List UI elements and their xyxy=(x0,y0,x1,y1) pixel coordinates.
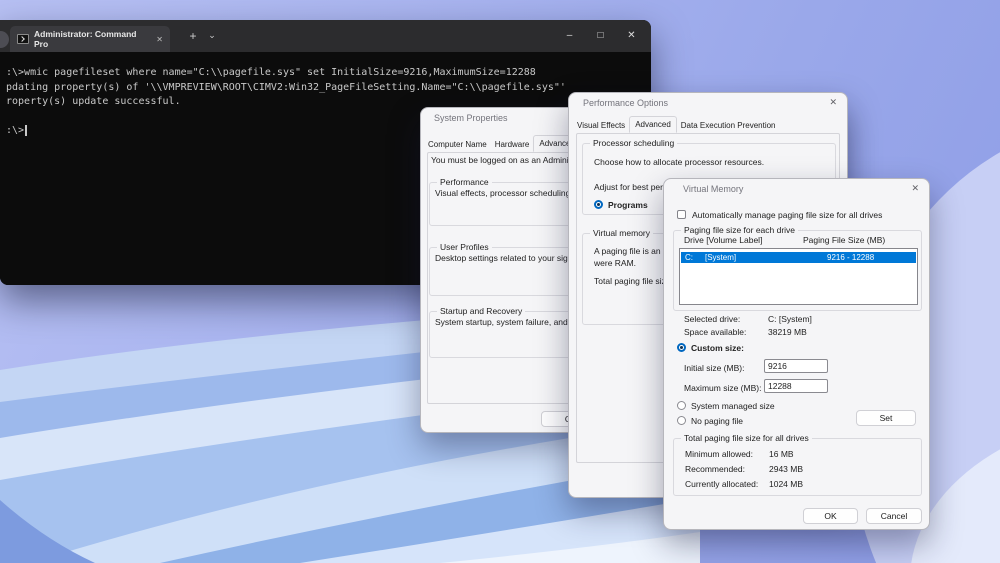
performance-options-tabs: Visual Effects Advanced Data Execution P… xyxy=(573,115,780,133)
vm-desc-line1: A paging file is an a xyxy=(594,246,668,256)
paging-file-group-label: Paging file size for each drive xyxy=(681,225,799,235)
custom-size-label: Custom size: xyxy=(691,343,744,353)
partial-window-icon xyxy=(0,31,9,48)
maximum-size-input[interactable] xyxy=(764,379,828,393)
programs-radio-label: Programs xyxy=(608,200,648,210)
drive-list[interactable]: C: [System] 9216 - 12288 xyxy=(679,248,918,305)
total-paging-group-label: Total paging file size for all drives xyxy=(681,433,812,443)
custom-size-radio[interactable] xyxy=(677,343,686,352)
processor-desc: Choose how to allocate processor resourc… xyxy=(594,157,765,167)
adjust-text: Adjust for best perfo xyxy=(594,182,671,192)
dialog-title: Virtual Memory xyxy=(683,184,744,194)
recommended-label: Recommended: xyxy=(685,464,746,474)
processor-scheduling-label: Processor scheduling xyxy=(590,138,678,148)
terminal-line: :\>wmic pagefileset where name="C:\\page… xyxy=(6,67,536,78)
terminal-tab[interactable]: Administrator: Command Pro ✕ xyxy=(10,26,170,52)
vm-desc-line3: Total paging file siz xyxy=(594,276,666,286)
vm-desc-line2: were RAM. xyxy=(594,258,637,268)
total-paging-group: Total paging file size for all drives Mi… xyxy=(673,433,922,496)
space-available-value: 38219 MB xyxy=(768,327,807,337)
dialog-title: System Properties xyxy=(434,113,508,123)
tab-computer-name[interactable]: Computer Name xyxy=(424,138,491,151)
minimum-allowed-value: 16 MB xyxy=(769,449,794,459)
system-managed-label: System managed size xyxy=(691,401,775,411)
terminal-cursor xyxy=(25,125,28,136)
virtual-memory-dialog: Virtual Memory ✕ Automatically manage pa… xyxy=(663,178,930,530)
auto-manage-label: Automatically manage paging file size fo… xyxy=(692,210,883,220)
tab-close-icon[interactable]: ✕ xyxy=(156,35,163,44)
row-size: 9216 - 12288 xyxy=(827,253,875,262)
close-icon[interactable]: ✕ xyxy=(911,183,919,194)
initial-size-input[interactable] xyxy=(764,359,828,373)
auto-manage-checkbox[interactable] xyxy=(677,210,686,219)
new-tab-button[interactable]: + xyxy=(184,26,202,46)
selected-drive-label: Selected drive: xyxy=(684,314,741,324)
currently-allocated-value: 1024 MB xyxy=(769,479,804,489)
window-controls: – □ ✕ xyxy=(554,20,647,52)
cmd-icon xyxy=(17,34,29,44)
maximum-size-label: Maximum size (MB): xyxy=(684,383,762,393)
no-paging-radio[interactable] xyxy=(677,416,686,425)
programs-radio[interactable] xyxy=(594,200,603,209)
no-paging-label: No paging file xyxy=(691,416,743,426)
desktop: Administrator: Command Pro ✕ + ⌄ – □ ✕ :… xyxy=(0,0,1000,563)
space-available-label: Space available: xyxy=(684,327,747,337)
user-profiles-desc: Desktop settings related to your sign-in xyxy=(435,253,582,263)
virtual-memory-group-label: Virtual memory xyxy=(590,228,653,238)
column-header-drive: Drive [Volume Label] xyxy=(684,235,763,245)
minimum-allowed-label: Minimum allowed: xyxy=(685,449,754,459)
cancel-button[interactable]: Cancel xyxy=(866,508,922,524)
terminal-tab-title: Administrator: Command Pro xyxy=(34,29,137,49)
tab-visual-effects[interactable]: Visual Effects xyxy=(573,119,629,132)
row-volume: [System] xyxy=(705,253,737,262)
selected-drive-value: C: [System] xyxy=(768,314,812,324)
initial-size-label: Initial size (MB): xyxy=(684,363,745,373)
user-profiles-group-label: User Profiles xyxy=(437,242,492,252)
tab-hardware[interactable]: Hardware xyxy=(491,138,534,151)
tab-dep[interactable]: Data Execution Prevention xyxy=(677,119,780,132)
recommended-value: 2943 MB xyxy=(769,464,804,474)
tab-advanced[interactable]: Advanced xyxy=(629,116,677,133)
minimize-button[interactable]: – xyxy=(554,20,585,52)
currently-allocated-label: Currently allocated: xyxy=(685,479,759,489)
terminal-prompt: :\> xyxy=(6,125,25,136)
tab-dropdown-button[interactable]: ⌄ xyxy=(204,26,220,46)
terminal-line: pdating property(s) of '\\VMPREVIEW\ROOT… xyxy=(6,81,566,93)
startup-recovery-group-label: Startup and Recovery xyxy=(437,306,526,316)
paging-file-group: Paging file size for each drive Drive [V… xyxy=(673,225,922,311)
dialog-title: Performance Options xyxy=(583,98,669,108)
system-managed-radio[interactable] xyxy=(677,401,686,410)
close-icon[interactable]: ✕ xyxy=(829,97,837,108)
row-drive: C: xyxy=(685,253,693,262)
column-header-size: Paging File Size (MB) xyxy=(803,235,886,245)
ok-button[interactable]: OK xyxy=(803,508,858,524)
terminal-titlebar[interactable]: Administrator: Command Pro ✕ + ⌄ – □ ✕ xyxy=(0,20,651,52)
maximize-button[interactable]: □ xyxy=(585,20,616,52)
close-button[interactable]: ✕ xyxy=(616,20,647,52)
performance-group-label: Performance xyxy=(437,177,492,187)
drive-list-row-selected[interactable]: C: [System] 9216 - 12288 xyxy=(681,252,916,263)
set-button[interactable]: Set xyxy=(856,410,916,426)
